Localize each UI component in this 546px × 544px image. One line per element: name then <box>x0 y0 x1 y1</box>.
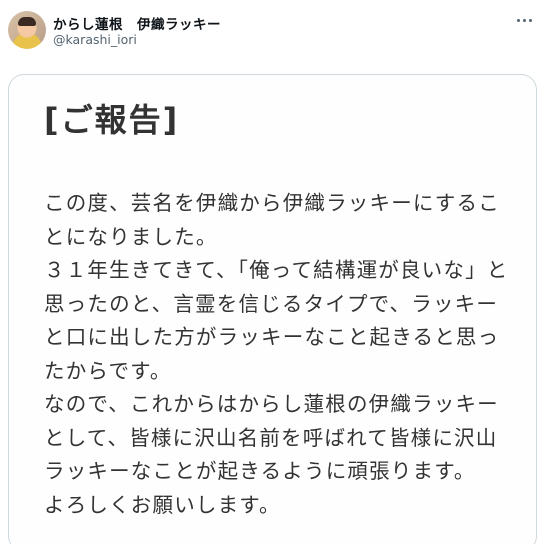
report-line: たからです。 <box>44 358 172 383</box>
user-handle[interactable]: @karashi_iori <box>53 32 137 47</box>
report-line: 思ったのと、言霊を信じるタイプで、ラッキー <box>44 291 499 316</box>
tweet-header: からし蓮根 伊織ラッキー @karashi_iori <box>0 0 546 60</box>
report-line: ラッキーなことが起きるように頑張ります。 <box>44 459 476 483</box>
avatar-hair <box>18 17 36 26</box>
tweet: からし蓮根 伊織ラッキー @karashi_iori [ご報告] この度、芸名を… <box>0 0 546 544</box>
report-line: この度、芸名を伊織から伊織ラッキーにするこ <box>44 191 500 215</box>
report-line: なので、これからはからし蓮根の伊織ラッキー <box>44 392 499 416</box>
more-horizontal-icon <box>516 18 532 22</box>
report-body: この度、芸名を伊織から伊織ラッキーにするこ とになりました。 ３１年生きてきて、… <box>44 187 508 522</box>
more-options-button[interactable] <box>512 8 536 32</box>
report-title: [ご報告] <box>44 101 180 139</box>
report-line: と口に出した方がラッキーなこと起きると思っ <box>44 325 500 349</box>
report-line: とになりました。 <box>44 224 218 249</box>
avatar[interactable] <box>8 11 46 49</box>
report-line: として、皆様に沢山名前を呼ばれて皆様に沢山 <box>44 425 498 450</box>
report-line: よろしくお願いします。 <box>44 492 281 517</box>
tweet-image[interactable]: [ご報告] この度、芸名を伊織から伊織ラッキーにするこ とになりました。 ３１年… <box>8 74 537 544</box>
display-name[interactable]: からし蓮根 伊織ラッキー <box>53 13 221 33</box>
report-line: ３１年生きてきて、「俺って結構運が良いな」と <box>44 258 509 282</box>
